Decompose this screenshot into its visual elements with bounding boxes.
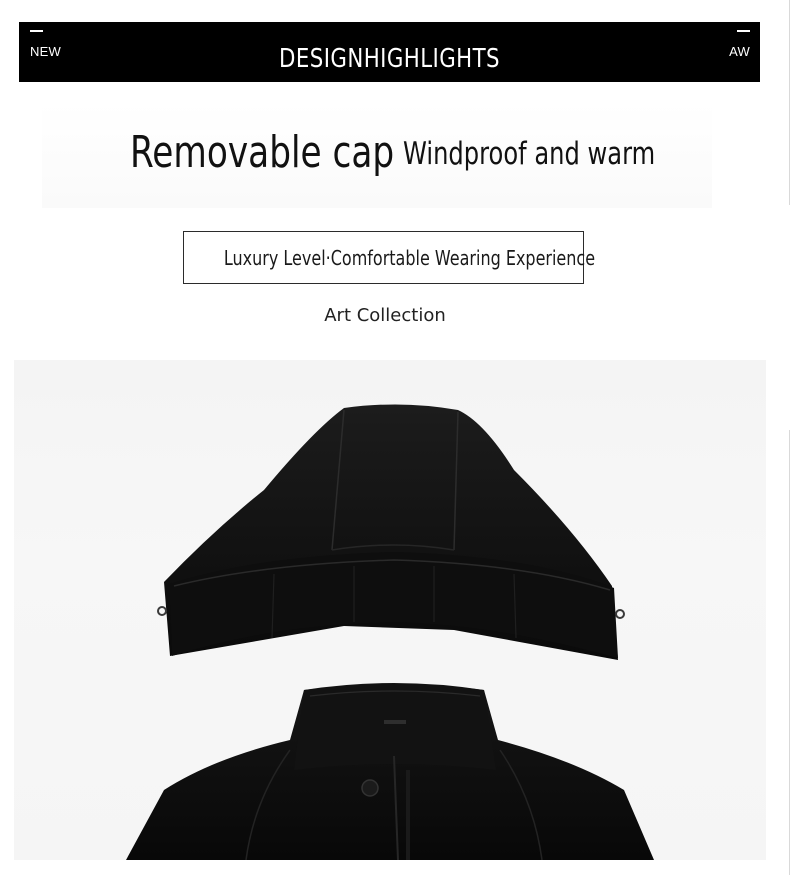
banner-left-label: NEW <box>30 44 61 59</box>
tagline-text: Luxury Level·Comfortable Wearing Experie… <box>223 246 596 270</box>
banner-title: DESIGNHIGHLIGHTS <box>279 44 500 74</box>
banner-right-tag: AW <box>729 30 750 59</box>
product-photo <box>14 360 766 860</box>
feature-headline: Removable cap <box>130 127 395 178</box>
feature-subheadline: Windproof and warm <box>403 136 656 172</box>
dash-mark <box>737 30 750 32</box>
jacket-body <box>126 683 654 860</box>
dash-mark <box>30 30 43 32</box>
collection-label: Art Collection <box>324 305 446 326</box>
hood <box>157 404 625 660</box>
hood-jacket-illustration <box>126 404 654 860</box>
top-banner: NEW DESIGNHIGHLIGHTS AW <box>19 22 760 82</box>
banner-right-label: AW <box>729 44 750 59</box>
banner-left-tag: NEW <box>30 30 61 59</box>
tagline-box: Luxury Level·Comfortable Wearing Experie… <box>183 231 596 284</box>
